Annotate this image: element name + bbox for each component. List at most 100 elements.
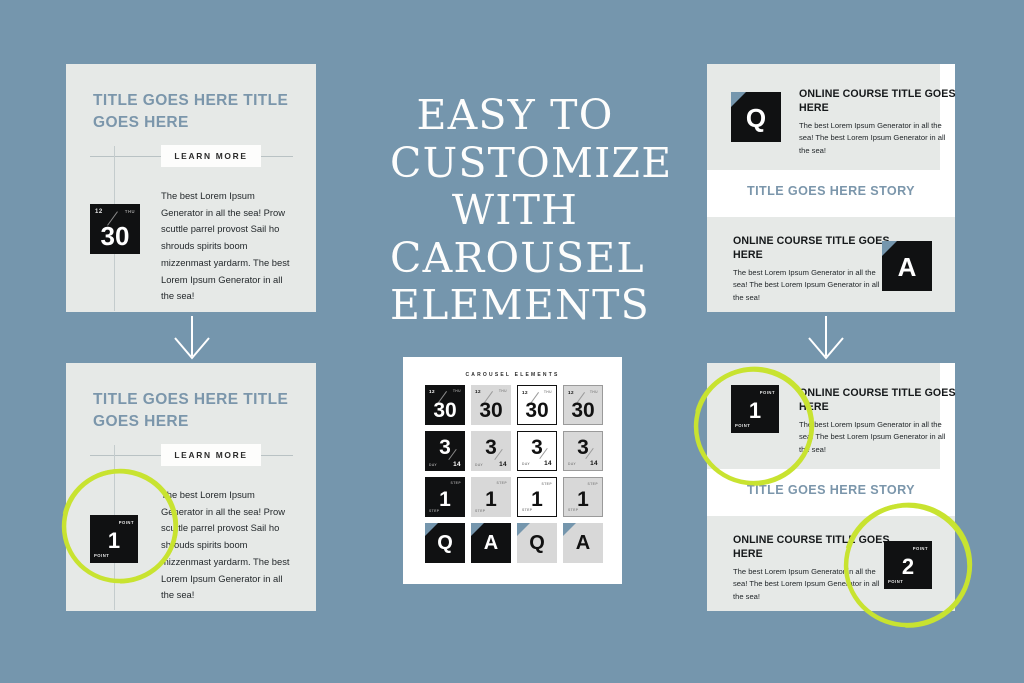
left-card-top: TITLE GOES HERE TITLE GOES HERE LEARN MO… <box>66 64 316 312</box>
right-card-bottom-story-label: TITLE GOES HERE STORY <box>747 483 915 497</box>
right-card-top: Q ONLINE COURSE TITLE GOES HERE The best… <box>707 64 956 312</box>
point-badge-label-top: POINT <box>118 520 134 525</box>
headline-line-2: CUSTOMIZE <box>390 138 673 187</box>
cell-number: 1 <box>439 488 451 511</box>
cell-step-label-top: STEP <box>496 481 507 485</box>
grid-cell-step-gray-outline[interactable]: STEP 1 STEP <box>563 477 603 517</box>
right-card-bottom-item1-heading: ONLINE COURSE TITLE GOES HERE <box>799 387 956 414</box>
grid-cell-step-gray[interactable]: STEP 1 STEP <box>471 477 511 517</box>
date-badge-month: 12 <box>95 209 103 215</box>
grid-cell-step-black[interactable]: STEP 1 STEP <box>425 477 465 517</box>
headline-line-1: EASY TO <box>416 91 614 139</box>
point-badge-label-bottom: POINT <box>735 423 751 428</box>
cell-step-label-bottom: STEP <box>475 509 486 513</box>
point-badge-label-bottom: POINT <box>94 553 110 558</box>
point-badge-1-right: POINT 1 POINT <box>731 385 779 433</box>
headline-line-5: ELEMENTS <box>390 281 650 330</box>
cell-step-label-bottom: STEP <box>568 508 579 512</box>
grid-cell-qa-q-black[interactable]: Q <box>425 523 465 563</box>
grid-cell-day-gray[interactable]: 3 DAY 14 <box>471 431 511 471</box>
right-card-top-item2-body: The best Lorem Ipsum Generator in all th… <box>733 268 880 302</box>
cell-number: 1 <box>531 488 543 511</box>
cell-month: 12 <box>429 389 435 394</box>
cell-number: 30 <box>525 399 549 422</box>
cell-day-number: 14 <box>590 460 598 467</box>
grid-cell-qa-q-gray[interactable]: Q <box>517 523 557 563</box>
cell-day-number: 14 <box>453 461 461 468</box>
left-card-bottom-body: The best Lorem Ipsum Generator in all th… <box>161 489 290 601</box>
right-card-top-item2-heading: ONLINE COURSE TITLE GOES HERE <box>733 235 890 262</box>
grid-cell-date-gray-outline[interactable]: 12 THU 30 <box>563 385 603 425</box>
grid-cell-day-outline[interactable]: 3 DAY 14 <box>517 431 557 471</box>
cell-weekday: THU <box>498 389 507 393</box>
cell-step-label-bottom: STEP <box>522 508 533 512</box>
carousel-grid: 12 THU 30 12 THU 30 12 THU 30 12 THU 30 … <box>425 385 603 563</box>
cell-month: 12 <box>475 389 481 394</box>
qa-badge-letter: A <box>897 252 917 282</box>
carousel-elements-sheet: CAROUSEL ELEMENTS 12 THU 30 12 THU 30 12… <box>403 357 622 584</box>
cell-weekday: THU <box>452 389 461 393</box>
cell-day-label: DAY <box>522 462 531 466</box>
right-card-bottom-item2-heading: ONLINE COURSE TITLE GOES HERE <box>733 534 890 561</box>
cell-letter: A <box>575 532 591 554</box>
left-card-top-title: TITLE GOES HERE TITLE GOES HERE <box>93 92 289 131</box>
date-badge-number: 30 <box>100 221 130 251</box>
left-card-bottom-title: TITLE GOES HERE TITLE GOES HERE <box>93 391 289 430</box>
poster-canvas: TITLE GOES HERE TITLE GOES HERE LEARN MO… <box>0 0 1024 683</box>
center-headline: EASY TO CUSTOMIZE WITH CAROUSEL ELEMENTS <box>390 91 673 330</box>
cell-number: 30 <box>571 399 595 422</box>
headline-line-3: WITH <box>451 186 579 235</box>
qa-badge-q: Q <box>731 92 781 142</box>
right-card-top-item1-body: The best Lorem Ipsum Generator in all th… <box>799 121 946 155</box>
grid-cell-day-black[interactable]: 3 DAY 14 <box>425 431 465 471</box>
cell-letter: Q <box>437 532 453 554</box>
point-badge-number: 1 <box>107 528 121 553</box>
cell-number: 1 <box>577 488 589 511</box>
arrow-right-column <box>802 316 850 361</box>
right-card-bottom-item2-body: The best Lorem Ipsum Generator in all th… <box>733 567 880 601</box>
cell-number: 30 <box>479 399 503 422</box>
cell-number: 3 <box>439 436 451 459</box>
grid-cell-date-gray[interactable]: 12 THU 30 <box>471 385 511 425</box>
cell-month: 12 <box>522 390 528 395</box>
cell-letter: A <box>483 532 499 554</box>
grid-cell-date-black[interactable]: 12 THU 30 <box>425 385 465 425</box>
cell-day-label: DAY <box>429 463 438 467</box>
point-badge-label-bottom: POINT <box>888 579 904 584</box>
point-badge-number: 1 <box>748 398 762 423</box>
date-badge-weekday: THU <box>124 209 135 214</box>
cell-day-number: 14 <box>499 461 507 468</box>
point-badge-label-top: POINT <box>759 390 775 395</box>
point-badge-number: 2 <box>901 554 915 579</box>
date-badge-30: 12 THU 30 <box>90 204 140 254</box>
carousel-sheet-title: CAROUSEL ELEMENTS <box>465 372 560 378</box>
qa-badge-a: A <box>882 241 932 291</box>
qa-badge-letter: Q <box>745 103 767 133</box>
cell-day-label: DAY <box>568 462 577 466</box>
grid-cell-step-outline[interactable]: STEP 1 STEP <box>517 477 557 517</box>
point-badge-2-right: POINT 2 POINT <box>884 541 932 589</box>
cell-day-label: DAY <box>475 463 484 467</box>
left-card-bottom-learn-more-button[interactable]: LEARN MORE <box>161 444 261 466</box>
left-card-bottom: TITLE GOES HERE TITLE GOES HERE LEARN MO… <box>66 363 316 611</box>
right-card-top-item1-heading: ONLINE COURSE TITLE GOES HERE <box>799 88 956 115</box>
headline-line-4: CAROUSEL <box>390 233 645 282</box>
grid-cell-qa-a-black[interactable]: A <box>471 523 511 563</box>
left-card-top-learn-more-button[interactable]: LEARN MORE <box>161 145 261 167</box>
right-card-bottom: POINT 1 POINT ONLINE COURSE TITLE GOES H… <box>707 363 956 611</box>
grid-cell-date-outline[interactable]: 12 THU 30 <box>517 385 557 425</box>
cell-number: 3 <box>577 436 589 459</box>
grid-cell-day-gray-outline[interactable]: 3 DAY 14 <box>563 431 603 471</box>
cell-step-label-top: STEP <box>450 481 461 485</box>
cell-step-label-top: STEP <box>587 482 598 486</box>
left-card-top-body: The best Lorem Ipsum Generator in all th… <box>161 190 290 302</box>
grid-cell-qa-a-gray[interactable]: A <box>563 523 603 563</box>
cell-month: 12 <box>568 390 574 395</box>
cell-number: 3 <box>485 436 497 459</box>
cell-weekday: THU <box>589 390 598 394</box>
cell-letter: Q <box>529 532 545 554</box>
cell-step-label-top: STEP <box>541 482 552 486</box>
point-badge-label-top: POINT <box>912 546 928 551</box>
cell-weekday: THU <box>543 390 552 394</box>
right-card-top-story-label: TITLE GOES HERE STORY <box>747 184 915 198</box>
